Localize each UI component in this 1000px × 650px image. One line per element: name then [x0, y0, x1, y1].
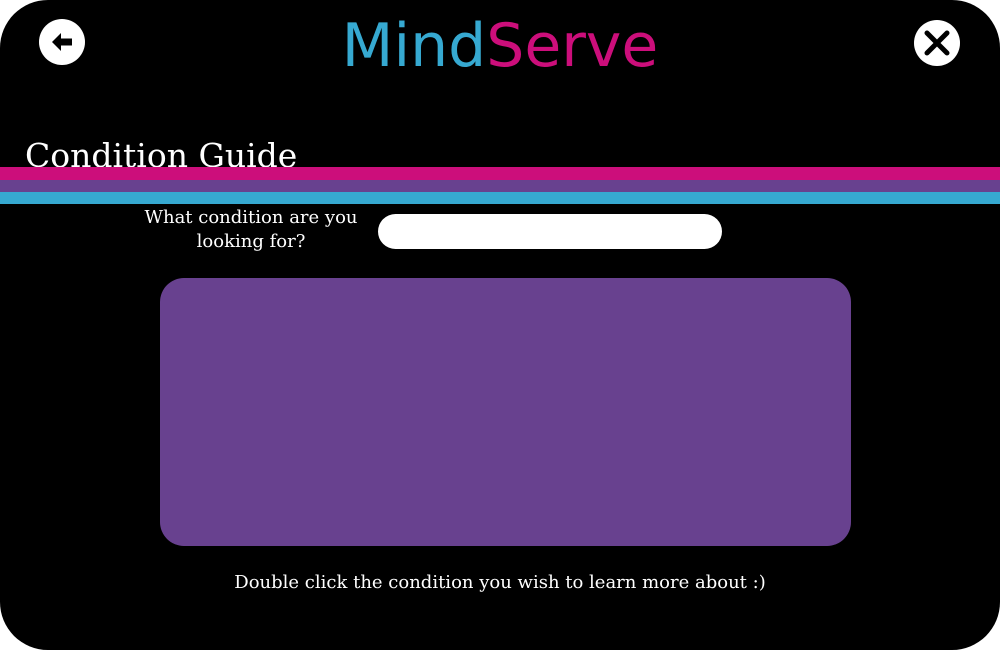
app-window: MindServe Condition Guide What condition… [0, 0, 1000, 650]
close-button[interactable] [914, 20, 960, 66]
app-title-mind: Mind [341, 11, 487, 81]
hint-text: Double click the condition you wish to l… [234, 572, 766, 593]
search-input[interactable] [378, 214, 722, 249]
app-title: MindServe [0, 10, 1000, 82]
blue-stripe [0, 192, 1000, 204]
conditions-list[interactable] [160, 278, 851, 546]
pink-stripe [0, 167, 1000, 180]
app-title-serve: Serve [486, 11, 659, 81]
search-label: What condition are you looking for? [144, 207, 358, 252]
header-stripes [0, 167, 1000, 204]
purple-stripe [0, 180, 1000, 192]
close-icon [924, 30, 950, 56]
